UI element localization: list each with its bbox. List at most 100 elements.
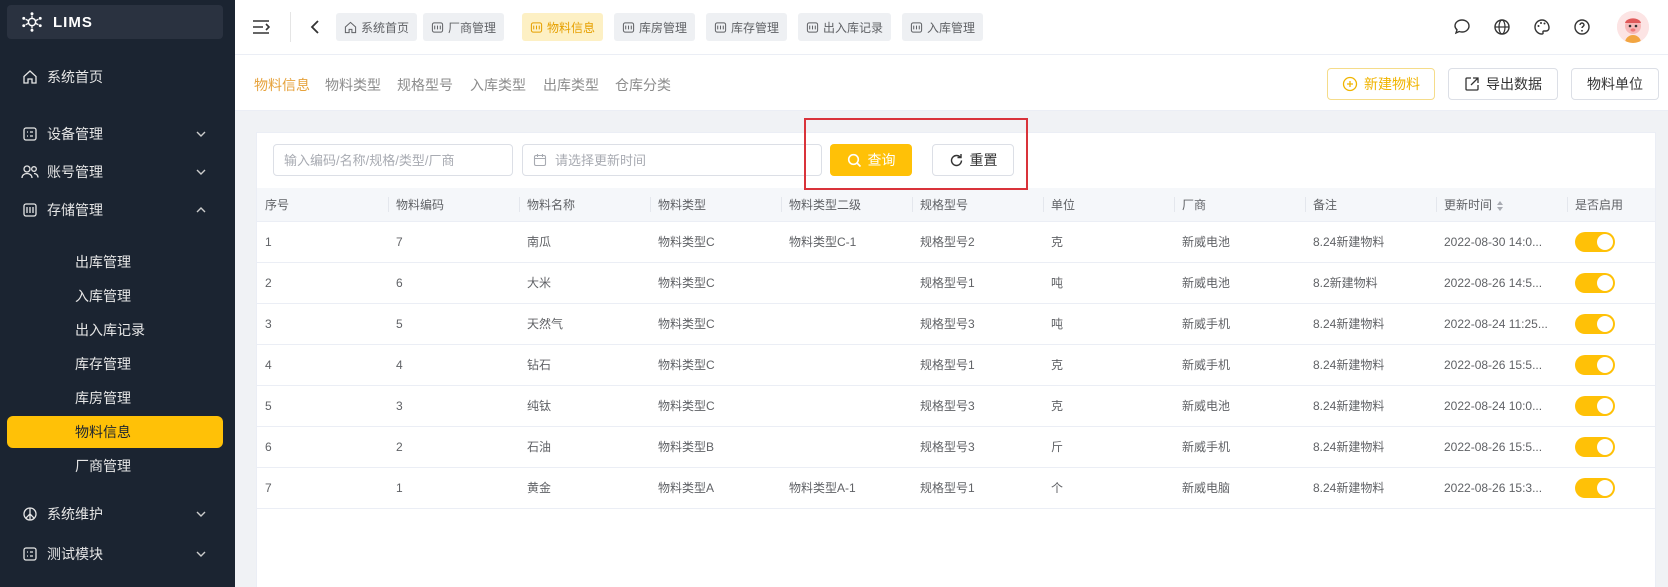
grid-icon bbox=[21, 125, 39, 143]
sidebar-item-home[interactable]: 系统首页 bbox=[7, 60, 223, 94]
sidebar-group-storage[interactable]: 存储管理 bbox=[7, 193, 223, 227]
button-label: 物料单位 bbox=[1587, 76, 1643, 92]
enabled-toggle[interactable] bbox=[1575, 477, 1615, 498]
button-label: 重置 bbox=[969, 152, 998, 168]
sidebar-item-outbound[interactable]: 出库管理 bbox=[7, 246, 223, 278]
peace-icon bbox=[21, 505, 39, 523]
table-cell bbox=[1567, 426, 1655, 468]
table-row[interactable]: 5 3 纯钛 物料类型C 规格型号3 克新威电池 8.24新建物料 2022-08-24 10… bbox=[257, 385, 1655, 427]
avatar[interactable] bbox=[1617, 11, 1649, 43]
table-cell: 7 bbox=[257, 467, 388, 509]
tab-home[interactable]: 系统首页 bbox=[336, 13, 418, 41]
subtab-spec[interactable]: 规格型号 bbox=[397, 75, 453, 95]
table-cell: 新威手机 bbox=[1174, 303, 1305, 345]
table-row[interactable]: 3 5 天然气 物料类型C 规格型号3 吨新威手机 8.24新建物料 2022-08-24 1… bbox=[257, 303, 1655, 345]
sidebar-item-warehouse[interactable]: 库房管理 bbox=[7, 382, 223, 414]
table-cell: 3 bbox=[388, 385, 519, 427]
keyword-search-input[interactable] bbox=[284, 152, 512, 168]
enabled-toggle[interactable] bbox=[1575, 231, 1615, 252]
column-header-update-time[interactable]: 更新时间 bbox=[1436, 188, 1567, 222]
reset-button[interactable]: 重置 bbox=[932, 144, 1014, 176]
table-cell: 吨 bbox=[1043, 262, 1174, 304]
table-cell: 6 bbox=[388, 262, 519, 304]
export-button[interactable]: 导出数据 bbox=[1448, 68, 1558, 100]
app-logo[interactable]: LIMS bbox=[7, 5, 223, 39]
subtab-material-type[interactable]: 物料类型 bbox=[325, 75, 381, 95]
back-arrow-icon[interactable] bbox=[308, 19, 322, 35]
enabled-toggle[interactable] bbox=[1575, 272, 1615, 293]
table-cell: 物料类型C bbox=[650, 262, 781, 304]
subtab-outbound-type[interactable]: 出库类型 bbox=[543, 75, 599, 95]
sort-icon[interactable] bbox=[1496, 200, 1504, 212]
sidebar-group-device[interactable]: 设备管理 bbox=[7, 117, 223, 151]
update-time-picker[interactable] bbox=[522, 144, 822, 176]
tab-label: 厂商管理 bbox=[448, 20, 497, 35]
tab-material-info[interactable]: 物料信息 bbox=[522, 13, 604, 41]
module-icon bbox=[622, 21, 635, 33]
keyword-search-field[interactable] bbox=[273, 144, 513, 176]
subtab-warehouse-category[interactable]: 仓库分类 bbox=[615, 75, 671, 95]
table-cell: 8.24新建物料 bbox=[1305, 385, 1436, 427]
update-time-input[interactable] bbox=[555, 152, 821, 168]
table-cell: 8.2新建物料 bbox=[1305, 262, 1436, 304]
table-cell: 2022-08-24 10:0... bbox=[1436, 385, 1567, 427]
table-cell: 2022-08-26 15:5... bbox=[1436, 344, 1567, 386]
enabled-toggle[interactable] bbox=[1575, 436, 1615, 457]
table-cell: 新威电池 bbox=[1174, 262, 1305, 304]
table-cell: 物料类型A-1 bbox=[781, 467, 912, 509]
table-cell: 新威电池 bbox=[1174, 385, 1305, 427]
new-material-button[interactable]: 新建物料 bbox=[1327, 68, 1435, 100]
tab-io-records[interactable]: 出入库记录 bbox=[798, 13, 892, 41]
enabled-toggle[interactable] bbox=[1575, 395, 1615, 416]
sidebar: LIMS 系统首页 设备管理 账号管理 存储管理 出库管理 入库管理 出入库记录… bbox=[0, 0, 235, 587]
plus-circle-icon bbox=[1342, 76, 1358, 92]
table-cell: 3 bbox=[257, 303, 388, 345]
tab-label: 出入库记录 bbox=[823, 20, 884, 35]
module-icon bbox=[714, 21, 727, 33]
sidebar-item-io-records[interactable]: 出入库记录 bbox=[7, 314, 223, 346]
sidebar-item-vendor[interactable]: 厂商管理 bbox=[7, 450, 223, 482]
tab-vendor[interactable]: 厂商管理 bbox=[423, 13, 505, 41]
help-icon[interactable] bbox=[1573, 18, 1591, 36]
message-icon[interactable] bbox=[1453, 18, 1471, 36]
table-cell bbox=[1567, 303, 1655, 345]
sidebar-group-label: 存储管理 bbox=[47, 202, 103, 218]
material-unit-button[interactable]: 物料单位 bbox=[1571, 68, 1659, 100]
enabled-toggle[interactable] bbox=[1575, 354, 1615, 375]
table-cell: 1 bbox=[257, 221, 388, 263]
sidebar-item-inbound[interactable]: 入库管理 bbox=[7, 280, 223, 312]
subtab-inbound-type[interactable]: 入库类型 bbox=[470, 75, 526, 95]
sidebar-item-stock[interactable]: 库存管理 bbox=[7, 348, 223, 380]
subtab-material-info[interactable]: 物料信息 bbox=[254, 75, 310, 95]
sidebar-group-test[interactable]: 测试模块 bbox=[7, 537, 223, 571]
table-row[interactable]: 7 1 黄金 物料类型A 物料类型A-1 规格型号1 个新威电脑 8.24新建物料 2022-0… bbox=[257, 467, 1655, 509]
table-cell: 4 bbox=[388, 344, 519, 386]
top-bar: 系统首页 厂商管理 物料信息 库房管理 库存管理 出入库记录 入库管理 bbox=[235, 0, 1668, 55]
table-cell: 黄金 bbox=[519, 467, 650, 509]
table-row[interactable]: 4 4 钻石 物料类型C 规格型号1 克新威手机 8.24新建物料 2022-08-26 15… bbox=[257, 344, 1655, 386]
tab-stock[interactable]: 库存管理 bbox=[706, 13, 788, 41]
menu-fold-icon[interactable] bbox=[252, 19, 270, 35]
tab-inbound[interactable]: 入库管理 bbox=[902, 13, 984, 41]
sidebar-group-account[interactable]: 账号管理 bbox=[7, 155, 223, 189]
sidebar-group-maintenance[interactable]: 系统维护 bbox=[7, 497, 223, 531]
table-row[interactable]: 2 6 大米 物料类型C 规格型号1 吨新威电池 8.2新建物料 2022-08-26 14:… bbox=[257, 262, 1655, 304]
table-cell: 新威手机 bbox=[1174, 344, 1305, 386]
table-cell: 物料类型C bbox=[650, 344, 781, 386]
table-cell: 克 bbox=[1043, 344, 1174, 386]
search-icon bbox=[847, 153, 861, 167]
globe-icon[interactable] bbox=[1493, 18, 1511, 36]
table-cell: 2022-08-26 14:5... bbox=[1436, 262, 1567, 304]
enabled-toggle[interactable] bbox=[1575, 313, 1615, 334]
palette-icon[interactable] bbox=[1533, 18, 1551, 36]
module-icon bbox=[530, 21, 543, 33]
table-cell: 规格型号2 bbox=[912, 221, 1043, 263]
table-cell: 5 bbox=[388, 303, 519, 345]
logo-icon bbox=[22, 12, 42, 32]
table-row[interactable]: 6 2 石油 物料类型B 规格型号3 斤新威手机 8.24新建物料 2022-08-26 15… bbox=[257, 426, 1655, 468]
tab-warehouse[interactable]: 库房管理 bbox=[614, 13, 696, 41]
table-cell: 规格型号1 bbox=[912, 467, 1043, 509]
query-button[interactable]: 查询 bbox=[830, 144, 912, 176]
table-row[interactable]: 1 7 南瓜 物料类型C 物料类型C-1 规格型号2 克新威电池 8.24新建物料 2022-0… bbox=[257, 221, 1655, 263]
sidebar-item-material-info[interactable]: 物料信息 bbox=[7, 416, 223, 448]
